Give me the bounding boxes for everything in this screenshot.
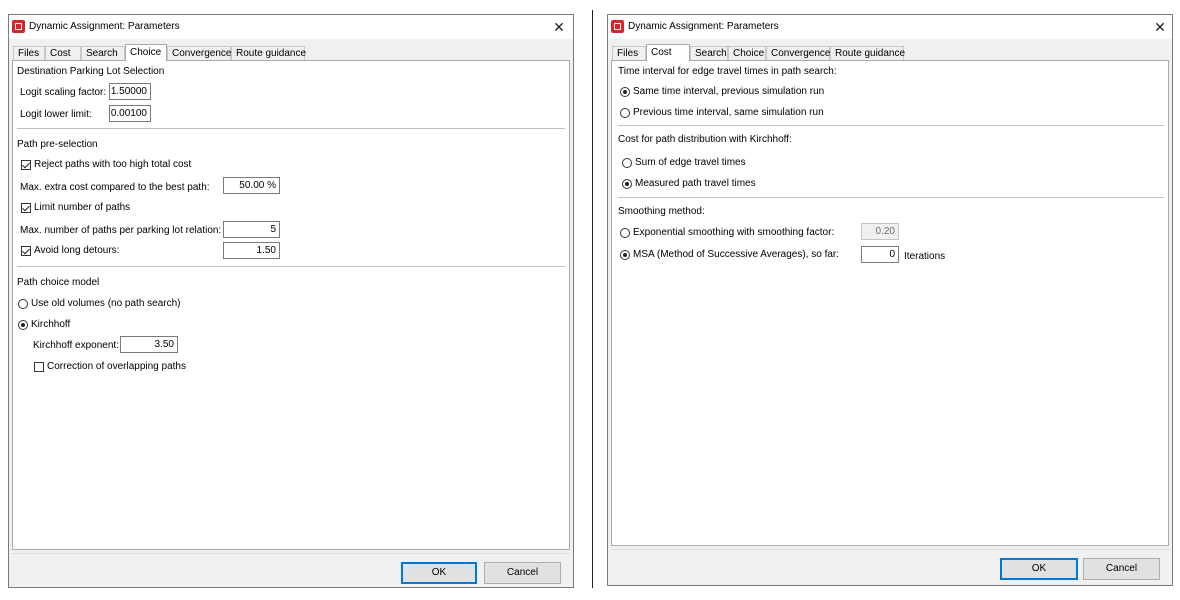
previous-interval-label[interactable]: Previous time interval, same simulation … [633, 107, 824, 118]
old-volumes-label[interactable]: Use old volumes (no path search) [31, 298, 181, 309]
left-dialog: Dynamic Assignment: Parameters ✕ Files C… [8, 14, 574, 588]
tab-files[interactable]: Files [13, 46, 45, 60]
kirchhoff-exponent-label: Kirchhoff exponent: [33, 340, 119, 351]
exponential-smoothing-radio[interactable] [620, 228, 630, 238]
logit-lower-input[interactable]: 0.00100 [109, 105, 151, 122]
exponential-smoothing-label[interactable]: Exponential smoothing with smoothing fac… [633, 227, 834, 238]
avoid-detours-label[interactable]: Avoid long detours: [34, 245, 119, 256]
smoothing-factor-input: 0.20 [861, 223, 899, 240]
limit-paths-checkbox[interactable] [21, 203, 31, 213]
section-heading-kirchhoff-cost: Cost for path distribution with Kirchhof… [618, 134, 792, 145]
title-bar[interactable]: Dynamic Assignment: Parameters ✕ [9, 15, 573, 39]
max-extra-cost-label: Max. extra cost compared to the best pat… [20, 182, 210, 193]
correction-overlap-label[interactable]: Correction of overlapping paths [47, 361, 186, 372]
limit-paths-label[interactable]: Limit number of paths [34, 202, 130, 213]
app-logo-icon [12, 20, 25, 33]
measured-path-times-label[interactable]: Measured path travel times [635, 178, 756, 189]
close-icon[interactable]: ✕ [1150, 18, 1170, 36]
tab-search[interactable]: Search [81, 46, 125, 60]
logit-lower-label: Logit lower limit: [20, 109, 92, 120]
separator [618, 197, 1164, 198]
msa-radio[interactable] [620, 250, 630, 260]
reject-paths-checkbox[interactable] [21, 160, 31, 170]
separator [618, 125, 1164, 126]
tab-panel-choice: Destination Parking Lot Selection Logit … [12, 60, 570, 550]
msa-iterations-input[interactable]: 0 [861, 246, 899, 263]
right-dialog: Dynamic Assignment: Parameters ✕ Files C… [607, 14, 1173, 586]
reject-paths-label[interactable]: Reject paths with too high total cost [34, 159, 191, 170]
ok-button[interactable]: OK [1000, 558, 1078, 580]
max-extra-cost-input[interactable]: 50.00 % [223, 177, 280, 194]
dialog-title: Dynamic Assignment: Parameters [29, 21, 180, 32]
iterations-label: Iterations [904, 251, 946, 262]
section-heading-parking: Destination Parking Lot Selection [17, 66, 165, 77]
measured-path-times-radio[interactable] [622, 179, 632, 189]
avoid-detours-checkbox[interactable] [21, 246, 31, 256]
tab-convergence[interactable]: Convergence [167, 46, 231, 60]
dialog-title: Dynamic Assignment: Parameters [628, 21, 779, 32]
tab-route-guidance[interactable]: Route guidance [231, 46, 306, 60]
sum-edge-times-radio[interactable] [622, 158, 632, 168]
kirchhoff-label[interactable]: Kirchhoff [31, 319, 70, 330]
logit-scaling-label: Logit scaling factor: [20, 87, 107, 98]
section-heading-smoothing: Smoothing method: [618, 206, 705, 217]
section-heading-time-interval: Time interval for edge travel times in p… [618, 66, 837, 77]
separator [17, 266, 565, 267]
previous-interval-radio[interactable] [620, 108, 630, 118]
same-interval-radio[interactable] [620, 87, 630, 97]
footer-divider [611, 549, 1169, 550]
old-volumes-radio[interactable] [18, 299, 28, 309]
tab-choice[interactable]: Choice [125, 44, 167, 61]
max-paths-label: Max. number of paths per parking lot rel… [20, 225, 222, 236]
avoid-detours-input[interactable]: 1.50 [223, 242, 280, 259]
tab-convergence[interactable]: Convergence [766, 46, 830, 60]
ok-button[interactable]: OK [401, 562, 477, 584]
separator [17, 128, 565, 129]
msa-label[interactable]: MSA (Method of Successive Averages), so … [633, 249, 839, 260]
tab-search[interactable]: Search [690, 46, 728, 60]
section-heading-choice-model: Path choice model [17, 277, 100, 288]
kirchhoff-exponent-input[interactable]: 3.50 [120, 336, 178, 353]
app-logo-icon [611, 20, 624, 33]
cancel-button[interactable]: Cancel [1083, 558, 1160, 580]
screenshot-divider [592, 10, 593, 588]
tab-files[interactable]: Files [612, 46, 646, 60]
tab-cost[interactable]: Cost [646, 44, 690, 61]
tab-choice[interactable]: Choice [728, 46, 766, 60]
sum-edge-times-label[interactable]: Sum of edge travel times [635, 157, 746, 168]
tab-panel-cost: Time interval for edge travel times in p… [611, 60, 1169, 546]
same-interval-label[interactable]: Same time interval, previous simulation … [633, 86, 824, 97]
kirchhoff-radio[interactable] [18, 320, 28, 330]
title-bar[interactable]: Dynamic Assignment: Parameters ✕ [608, 15, 1172, 39]
section-heading-preselection: Path pre-selection [17, 139, 98, 150]
tab-route-guidance[interactable]: Route guidance [830, 46, 905, 60]
cancel-button[interactable]: Cancel [484, 562, 561, 584]
close-icon[interactable]: ✕ [549, 18, 569, 36]
max-paths-input[interactable]: 5 [223, 221, 280, 238]
correction-overlap-checkbox[interactable] [34, 362, 44, 372]
logit-scaling-input[interactable]: 1.50000 [109, 83, 151, 100]
footer-divider [12, 553, 570, 554]
tab-cost[interactable]: Cost [45, 46, 81, 60]
